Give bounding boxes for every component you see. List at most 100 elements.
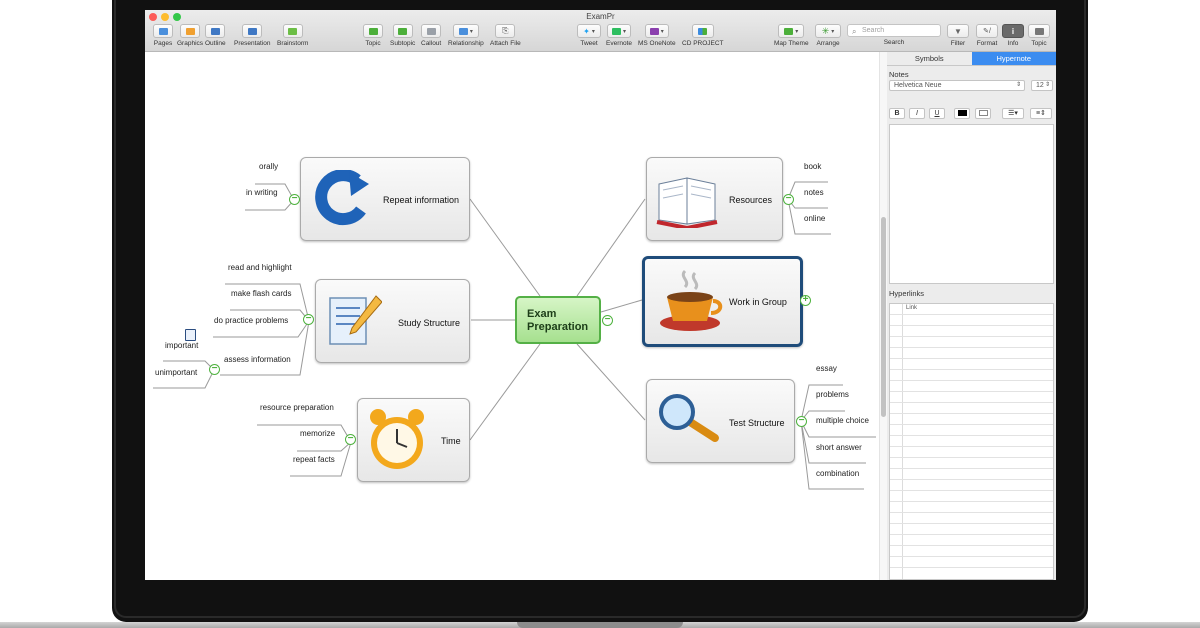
leaf-unimportant[interactable]: unimportant xyxy=(155,368,197,377)
table-row[interactable] xyxy=(890,447,1053,458)
graphics-button[interactable]: Graphics xyxy=(177,24,203,47)
test-collapse-toggle[interactable]: − xyxy=(796,416,807,427)
filter-button[interactable]: ▼ Filter xyxy=(947,24,969,47)
alignment-button[interactable]: ≡⇕ xyxy=(1030,108,1052,119)
table-row[interactable] xyxy=(890,469,1053,480)
leaf-essay[interactable]: essay xyxy=(816,364,837,373)
leaf-in-writing[interactable]: in writing xyxy=(246,188,278,197)
leaf-resource-preparation[interactable]: resource preparation xyxy=(260,403,334,412)
study-collapse-toggle[interactable]: − xyxy=(303,314,314,325)
font-family-select[interactable]: Helvetica Neue ⇕ xyxy=(889,80,1025,91)
brainstorm-icon xyxy=(288,27,298,35)
evernote-icon xyxy=(612,27,621,35)
canvas-vertical-scrollbar[interactable] xyxy=(879,52,887,580)
leaf-problems[interactable]: problems xyxy=(816,390,849,399)
leaf-make-flash-cards[interactable]: make flash cards xyxy=(231,289,291,298)
table-row[interactable] xyxy=(890,392,1053,403)
topic-repeat-information[interactable]: Repeat information xyxy=(300,157,470,241)
table-row[interactable] xyxy=(890,502,1053,513)
topic-test-structure[interactable]: Test Structure xyxy=(646,379,795,463)
repeat-collapse-toggle[interactable]: − xyxy=(289,194,300,205)
table-row[interactable] xyxy=(890,425,1053,436)
tab-hypernote[interactable]: Hypernote xyxy=(971,52,1056,66)
leaf-read-and-highlight[interactable]: read and highlight xyxy=(228,263,292,272)
list-style-button[interactable]: ☰▾ xyxy=(1002,108,1024,119)
table-row[interactable] xyxy=(890,326,1053,337)
leaf-combination[interactable]: combination xyxy=(816,469,859,478)
central-topic[interactable]: Exam Preparation xyxy=(515,296,601,344)
table-row[interactable] xyxy=(890,337,1053,348)
text-color-button[interactable] xyxy=(954,108,970,119)
leaf-book[interactable]: book xyxy=(804,162,821,171)
leaf-online[interactable]: online xyxy=(804,214,825,223)
resources-collapse-toggle[interactable]: − xyxy=(783,194,794,205)
search-input[interactable]: ⌕ Search xyxy=(847,24,941,37)
attach-file-button[interactable]: ⎘ Attach File xyxy=(490,24,521,47)
leaf-short-answer[interactable]: short answer xyxy=(816,443,862,452)
table-row[interactable] xyxy=(890,359,1053,370)
table-row[interactable] xyxy=(890,557,1053,568)
search-placeholder: Search xyxy=(862,27,885,34)
table-row[interactable] xyxy=(890,546,1053,557)
table-row[interactable] xyxy=(890,414,1053,425)
table-row[interactable] xyxy=(890,480,1053,491)
search-label: Search xyxy=(883,39,905,46)
presentation-button[interactable]: Presentation xyxy=(234,24,271,47)
callout-button[interactable]: Callout xyxy=(421,24,441,47)
underline-button[interactable]: U xyxy=(929,108,945,119)
format-button[interactable]: ✎/ Format xyxy=(976,24,998,47)
topic-panel-button[interactable]: Topic xyxy=(1028,24,1050,47)
info-button[interactable]: i Info xyxy=(1002,24,1024,47)
leaf-notes[interactable]: notes xyxy=(804,188,824,197)
topic-time[interactable]: Time xyxy=(357,398,470,482)
font-size-select[interactable]: 12 ⇕ xyxy=(1031,80,1053,91)
brainstorm-button[interactable]: Brainstorm xyxy=(277,24,308,47)
time-collapse-toggle[interactable]: − xyxy=(345,434,356,445)
leaf-assess-information[interactable]: assess information xyxy=(224,355,291,364)
topic-button[interactable]: Topic xyxy=(363,24,383,47)
topic-resources[interactable]: Resources xyxy=(646,157,783,241)
map-theme-button[interactable]: ▾ Map Theme xyxy=(774,24,809,47)
table-row[interactable] xyxy=(890,403,1053,414)
leaf-multiple-choice[interactable]: multiple choice xyxy=(816,416,869,425)
table-row[interactable] xyxy=(890,348,1053,359)
table-row[interactable] xyxy=(890,458,1053,469)
table-row[interactable] xyxy=(890,315,1053,326)
tweet-button[interactable]: ✦ ▾ Tweet xyxy=(577,24,601,47)
group-expand-toggle[interactable]: + xyxy=(800,295,811,306)
tab-symbols[interactable]: Symbols xyxy=(887,52,972,66)
pages-button[interactable]: Pages xyxy=(153,24,173,47)
table-row[interactable] xyxy=(890,524,1053,535)
outline-button[interactable]: Outline xyxy=(205,24,226,47)
table-row[interactable] xyxy=(890,381,1053,392)
leaf-memorize[interactable]: memorize xyxy=(300,429,335,438)
topic-study-structure[interactable]: Study Structure xyxy=(315,279,470,363)
italic-button[interactable]: I xyxy=(909,108,925,119)
onenote-button[interactable]: ▾ MS OneNote xyxy=(638,24,676,47)
notes-editor[interactable] xyxy=(889,124,1054,284)
leaf-do-practice-problems[interactable]: do practice problems xyxy=(214,316,288,325)
evernote-button[interactable]: ▾ Evernote xyxy=(606,24,632,47)
hyperlinks-table[interactable]: Link xyxy=(889,303,1054,580)
leaf-important[interactable]: important xyxy=(165,341,198,350)
leaf-repeat-facts[interactable]: repeat facts xyxy=(293,455,335,464)
table-row[interactable] xyxy=(890,535,1053,546)
relationship-button[interactable]: ▾ Relationship xyxy=(448,24,484,47)
topic-work-in-group[interactable]: Work in Group xyxy=(642,256,803,347)
table-row[interactable] xyxy=(890,370,1053,381)
table-row[interactable] xyxy=(890,304,1053,315)
arrange-button[interactable]: ✳ ▾ Arrange xyxy=(815,24,841,47)
table-row[interactable] xyxy=(890,436,1053,447)
cd-project-button[interactable]: CD PROJECT xyxy=(682,24,724,47)
assess-collapse-toggle[interactable]: − xyxy=(209,364,220,375)
mind-map-canvas[interactable]: Exam Preparation − Repeat information − … xyxy=(145,52,879,580)
scrollbar-thumb[interactable] xyxy=(881,217,886,417)
bold-button[interactable]: B xyxy=(889,108,905,119)
highlight-color-button[interactable] xyxy=(975,108,991,119)
central-collapse-toggle[interactable]: − xyxy=(602,315,613,326)
table-row[interactable] xyxy=(890,491,1053,502)
note-attachment-icon[interactable] xyxy=(185,329,196,341)
leaf-orally[interactable]: orally xyxy=(259,162,278,171)
subtopic-button[interactable]: Subtopic xyxy=(390,24,415,47)
table-row[interactable] xyxy=(890,513,1053,524)
